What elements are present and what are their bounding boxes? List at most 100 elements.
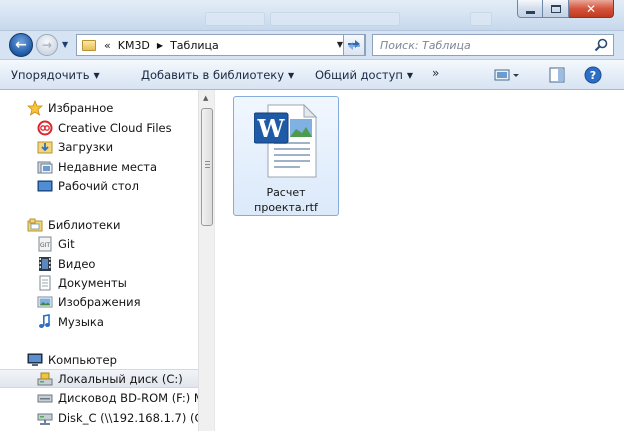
background-window-ghost <box>205 12 265 26</box>
back-button[interactable]: ← <box>9 33 33 57</box>
maximize-button[interactable] <box>543 0 569 18</box>
svg-text:W: W <box>257 114 286 143</box>
preview-pane-icon <box>549 67 565 83</box>
nav-item-label: Локальный диск (C:) <box>58 371 183 386</box>
nav-item-label: Документы <box>58 275 127 290</box>
add-to-library-button[interactable]: Добавить в библиотеку ▼ <box>141 68 294 82</box>
recent-pages-dropdown[interactable]: ▼ <box>62 40 68 49</box>
window-controls: ✕ <box>517 0 614 18</box>
nav-group-label: Компьютер <box>48 352 117 367</box>
nav-group-computer[interactable]: Компьютер <box>0 350 198 369</box>
local-disk-icon <box>37 371 53 387</box>
star-icon <box>27 99 43 116</box>
close-icon: ✕ <box>585 1 597 16</box>
command-bar: Упорядочить ▼ Добавить в библиотеку ▼ Общи… <box>0 59 624 90</box>
grip-line <box>205 161 210 162</box>
nav-item-label: Видео <box>58 256 96 271</box>
nav-item-label: Рабочий стол <box>58 178 139 193</box>
navigation-pane[interactable]: Избранное Creative Cloud Files Загрузки … <box>0 90 198 431</box>
breadcrumb-item-current[interactable]: Таблица <box>170 39 219 52</box>
libraries-icon <box>27 217 43 233</box>
change-view-button[interactable] <box>494 68 520 85</box>
pictures-library-icon <box>37 294 53 310</box>
desktop-icon <box>37 178 53 194</box>
forward-arrow-icon: → <box>41 38 53 52</box>
nav-item-label: Дисковод BD-ROM (F:) MS <box>58 390 198 405</box>
view-icon <box>494 69 519 81</box>
nav-item-label: Git <box>58 236 75 251</box>
file-name: Расчет проекта.rtf <box>234 185 338 215</box>
chevron-down-icon: ▼ <box>288 71 295 80</box>
file-name-line: проекта.rtf <box>254 201 318 214</box>
git-library-icon: GIT <box>37 236 53 252</box>
file-list-area[interactable]: W Расчет проекта.rtf <box>215 90 624 431</box>
maximize-icon <box>550 4 561 13</box>
nav-item-label: Музыка <box>58 314 104 329</box>
nav-item-music[interactable]: Музыка <box>0 312 198 331</box>
grip-line <box>205 167 210 168</box>
documents-library-icon <box>37 275 53 291</box>
nav-item-local-disk-c[interactable]: Локальный диск (C:) <box>0 369 198 388</box>
search-icon[interactable] <box>594 38 608 52</box>
nav-item-bd-rom-f[interactable]: Дисковод BD-ROM (F:) MS <box>0 388 198 407</box>
network-drive-icon <box>37 410 53 426</box>
nav-item-desktop[interactable]: Рабочий стол <box>0 176 198 195</box>
breadcrumb-separator-icon[interactable]: ▶ <box>157 41 163 50</box>
nav-item-label: Creative Cloud Files <box>58 120 172 135</box>
refresh-button[interactable] <box>343 34 365 56</box>
nav-item-creative-cloud[interactable]: Creative Cloud Files <box>0 118 198 137</box>
svg-text:GIT: GIT <box>40 242 50 249</box>
back-arrow-icon: ← <box>15 37 27 53</box>
nav-item-downloads[interactable]: Загрузки <box>0 137 198 156</box>
organize-button[interactable]: Упорядочить ▼ <box>11 68 100 82</box>
navigation-pane-scrollbar[interactable]: ▲ <box>198 90 215 431</box>
organize-label: Упорядочить <box>11 68 90 82</box>
title-bar[interactable]: ✕ <box>0 0 624 31</box>
nav-item-pictures[interactable]: Изображения <box>0 292 198 311</box>
nav-item-video[interactable]: Видео <box>0 254 198 273</box>
chevron-down-icon: ▼ <box>62 40 69 49</box>
scrollbar-thumb[interactable] <box>201 108 213 226</box>
help-icon: ? <box>584 66 602 84</box>
search-box[interactable]: Поиск: Таблица <box>372 34 614 56</box>
share-label: Общий доступ <box>315 68 403 82</box>
close-button[interactable]: ✕ <box>569 0 614 18</box>
word-document-icon: W <box>254 103 318 178</box>
video-library-icon <box>37 256 53 272</box>
background-window-ghost <box>470 12 492 26</box>
breadcrumb-item-km3d[interactable]: KM3D <box>118 39 150 52</box>
downloads-folder-icon <box>37 139 53 155</box>
more-commands-button[interactable]: » <box>432 66 439 80</box>
nav-item-git[interactable]: GIT Git <box>0 234 198 253</box>
preview-pane-button[interactable] <box>549 67 565 86</box>
folder-icon <box>82 39 96 51</box>
computer-icon <box>27 352 43 368</box>
nav-item-label: Изображения <box>58 294 141 309</box>
svg-text:?: ? <box>590 69 596 82</box>
nav-item-recent-places[interactable]: Недавние места <box>0 157 198 176</box>
scroll-up-icon[interactable]: ▲ <box>203 94 208 102</box>
nav-group-favorites[interactable]: Избранное <box>0 98 198 117</box>
nav-group-libraries[interactable]: Библиотеки <box>0 215 198 234</box>
nav-group-label: Библиотеки <box>48 217 121 232</box>
nav-item-label: Недавние места <box>58 159 158 174</box>
file-item-raschet-proekta[interactable]: W Расчет проекта.rtf <box>233 96 339 216</box>
address-bar[interactable]: « KM3D ▶ Таблица ▼ <box>76 34 366 56</box>
minimize-button[interactable] <box>517 0 543 18</box>
recent-places-icon <box>37 159 53 175</box>
help-button[interactable]: ? <box>584 66 602 87</box>
nav-item-network-disk-g[interactable]: Disk_C (\\192.168.1.7) (G:) <box>0 408 198 427</box>
music-library-icon <box>37 313 53 330</box>
refresh-icon <box>348 40 360 50</box>
nav-item-label: Загрузки <box>58 139 114 154</box>
chevron-down-icon: ▼ <box>406 71 414 80</box>
grip-line <box>205 164 210 165</box>
chevron-down-icon: ▼ <box>93 71 100 80</box>
forward-button[interactable]: → <box>36 34 58 56</box>
add-to-library-label: Добавить в библиотеку <box>141 68 285 82</box>
breadcrumb-overflow[interactable]: « <box>104 39 111 52</box>
share-button[interactable]: Общий доступ ▼ <box>315 68 413 82</box>
search-input[interactable]: Поиск: Таблица <box>380 39 471 52</box>
nav-item-documents[interactable]: Документы <box>0 273 198 292</box>
nav-item-label: Disk_C (\\192.168.1.7) (G:) <box>58 410 198 425</box>
